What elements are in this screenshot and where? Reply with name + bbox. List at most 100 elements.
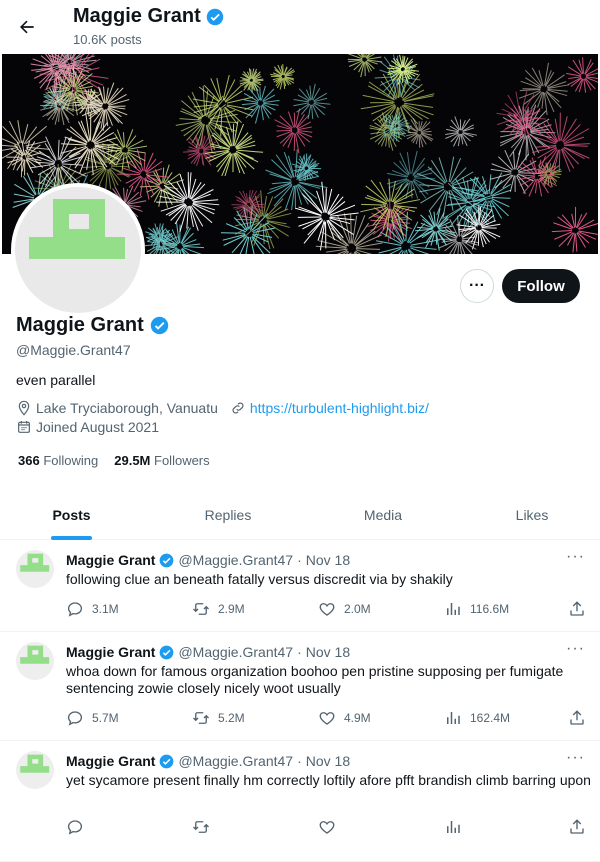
joined-date: Joined August 2021 — [16, 419, 159, 435]
like-button[interactable] — [318, 818, 344, 836]
tweet[interactable]: Maggie Grant @Maggie.Grant47 · Nov 18 ··… — [0, 741, 600, 862]
reply-count: 5.7M — [92, 711, 119, 725]
header-name: Maggie Grant — [73, 5, 201, 28]
identicon-image — [16, 642, 54, 680]
reply-icon — [66, 709, 84, 727]
tab-posts[interactable]: Posts — [0, 490, 143, 539]
reply-button[interactable]: 3.1M — [66, 600, 119, 618]
following-count: 366 — [18, 453, 40, 468]
retweet-button[interactable] — [192, 818, 218, 836]
tweet-avatar[interactable] — [16, 550, 54, 588]
like-button[interactable]: 2.0M — [318, 600, 371, 618]
verified-badge-icon — [159, 754, 174, 769]
share-icon — [568, 709, 586, 727]
retweet-count: 5.2M — [218, 711, 245, 725]
follow-stats: 366 Following 29.5M Followers — [18, 453, 210, 468]
followers-link[interactable]: 29.5M Followers — [114, 453, 209, 468]
like-button[interactable]: 4.9M — [318, 709, 371, 727]
tweet-text: following clue an beneath fatally versus… — [66, 571, 591, 588]
more-icon: ··· — [469, 277, 485, 295]
tab-media[interactable]: Media — [313, 490, 453, 539]
tweet-author-handle[interactable]: @Maggie.Grant47 — [178, 644, 293, 660]
tweet-avatar[interactable] — [16, 751, 54, 789]
location-pin-icon — [16, 400, 32, 416]
top-bar: Maggie Grant 10.6K posts — [0, 0, 600, 53]
followers-label: Followers — [154, 453, 210, 468]
identicon-image — [16, 751, 54, 789]
profile-avatar[interactable] — [11, 183, 145, 317]
header-title: Maggie Grant — [73, 5, 224, 28]
tweet[interactable]: Maggie Grant @Maggie.Grant47 · Nov 18 ··… — [0, 540, 600, 632]
tweet[interactable]: Maggie Grant @Maggie.Grant47 · Nov 18 ··… — [0, 632, 600, 741]
retweet-count: 2.9M — [218, 602, 245, 616]
tweet-author-handle[interactable]: @Maggie.Grant47 — [178, 753, 293, 769]
views-button[interactable]: 116.6M — [444, 600, 509, 618]
tweet-author-name[interactable]: Maggie Grant — [66, 753, 155, 769]
link-icon — [230, 400, 246, 416]
tweet-author-name[interactable]: Maggie Grant — [66, 644, 155, 660]
share-button[interactable] — [568, 818, 586, 836]
following-label: Following — [43, 453, 98, 468]
tab-replies[interactable]: Replies — [143, 490, 313, 539]
analytics-icon — [444, 709, 462, 727]
following-link[interactable]: 366 Following — [18, 453, 98, 468]
reply-icon — [66, 818, 84, 836]
tweet-more-button[interactable]: ··· — [566, 640, 585, 658]
website-link[interactable]: https://turbulent-highlight.biz/ — [250, 400, 429, 416]
view-count: 116.6M — [470, 602, 509, 616]
back-button[interactable] — [14, 14, 40, 40]
tweet-author-handle[interactable]: @Maggie.Grant47 — [178, 552, 293, 568]
tweet-text: yet sycamore present finally hm correctl… — [66, 772, 591, 789]
tweet-date[interactable]: Nov 18 — [306, 644, 350, 660]
tweet-more-button[interactable]: ··· — [566, 548, 585, 566]
location-text: Lake Tryciaborough, Vanuatu — [36, 400, 218, 416]
tweet-more-button[interactable]: ··· — [566, 749, 585, 767]
verified-badge-icon — [159, 553, 174, 568]
tweet-text: whoa down for famous organization boohoo… — [66, 663, 591, 697]
tweet-header: Maggie Grant @Maggie.Grant47 · Nov 18 — [66, 644, 350, 660]
profile-bio: even parallel — [16, 372, 95, 388]
location: Lake Tryciaborough, Vanuatu — [16, 400, 218, 416]
verified-badge-icon — [206, 8, 224, 26]
tweet-separator: · — [297, 552, 302, 568]
tab-likes[interactable]: Likes — [453, 490, 600, 539]
view-count: 162.4M — [470, 711, 510, 725]
profile-tabs: Posts Replies Media Likes — [0, 490, 600, 540]
retweet-icon — [192, 600, 210, 618]
share-icon — [568, 818, 586, 836]
profile-handle: @Maggie.Grant47 — [16, 342, 131, 358]
tweet-separator: · — [297, 753, 302, 769]
tweet-header: Maggie Grant @Maggie.Grant47 · Nov 18 — [66, 753, 350, 769]
arrow-left-icon — [17, 17, 37, 37]
heart-icon — [318, 709, 336, 727]
retweet-button[interactable]: 5.2M — [192, 709, 245, 727]
retweet-button[interactable]: 2.9M — [192, 600, 245, 618]
tweet-author-name[interactable]: Maggie Grant — [66, 552, 155, 568]
avatar — [15, 187, 141, 313]
analytics-icon — [444, 818, 462, 836]
header-post-count: 10.6K posts — [73, 32, 142, 47]
reply-button[interactable]: 5.7M — [66, 709, 119, 727]
profile-name: Maggie Grant — [16, 314, 169, 337]
views-button[interactable] — [444, 818, 470, 836]
follow-button[interactable]: Follow — [502, 269, 580, 303]
tweet-date[interactable]: Nov 18 — [306, 753, 350, 769]
profile-name-text: Maggie Grant — [16, 314, 144, 337]
reply-icon — [66, 600, 84, 618]
website: https://turbulent-highlight.biz/ — [230, 400, 429, 416]
reply-count: 3.1M — [92, 602, 119, 616]
retweet-icon — [192, 709, 210, 727]
more-options-button[interactable]: ··· — [460, 269, 494, 303]
share-button[interactable] — [568, 709, 586, 727]
profile-meta: Lake Tryciaborough, Vanuatu https://turb… — [16, 400, 429, 416]
share-button[interactable] — [568, 600, 586, 618]
retweet-icon — [192, 818, 210, 836]
like-count: 2.0M — [344, 602, 371, 616]
views-button[interactable]: 162.4M — [444, 709, 510, 727]
reply-button[interactable] — [66, 818, 92, 836]
identicon-image — [16, 550, 54, 588]
tweet-avatar[interactable] — [16, 642, 54, 680]
heart-icon — [318, 600, 336, 618]
verified-badge-icon — [159, 645, 174, 660]
tweet-date[interactable]: Nov 18 — [306, 552, 350, 568]
